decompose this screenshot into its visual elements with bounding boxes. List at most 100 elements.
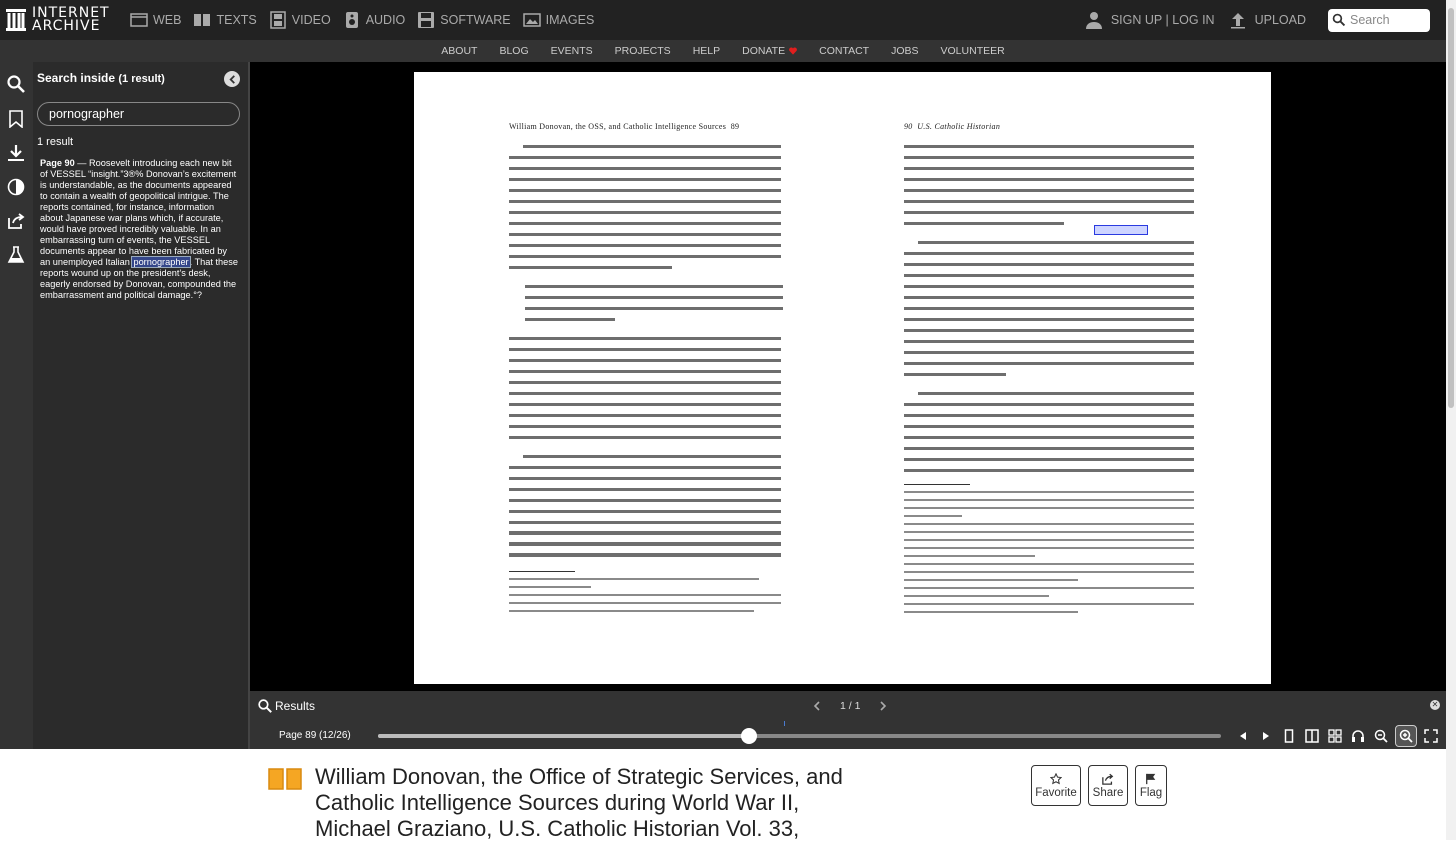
- search-inside-panel: Search inside (1 result) pornographer 1 …: [33, 62, 248, 749]
- flag-icon: [1146, 773, 1156, 784]
- headphones-icon: [1352, 730, 1364, 742]
- download-icon[interactable]: [7, 144, 25, 162]
- nav-video[interactable]: VIDEO: [269, 11, 331, 29]
- user-icon[interactable]: [1085, 11, 1103, 29]
- fullscreen-button[interactable]: [1422, 727, 1440, 745]
- search-result-item[interactable]: Page 90 — Roosevelt introducing each new…: [40, 158, 238, 301]
- right-body-text: [904, 145, 1194, 614]
- bookmark-icon[interactable]: [7, 110, 25, 128]
- chevron-left-icon: [228, 74, 235, 84]
- left-running-head: William Donovan, the OSS, and Catholic I…: [509, 122, 781, 131]
- logo-line-2: ARCHIVE: [32, 18, 101, 34]
- search-icon: [1332, 13, 1346, 27]
- bookreader-side-toolbar: [0, 62, 33, 749]
- nav-texts-label: TEXTS: [216, 13, 257, 27]
- nav-software[interactable]: SOFTWARE: [417, 11, 511, 29]
- share-icon[interactable]: [7, 212, 25, 230]
- grid-icon: [1328, 729, 1342, 743]
- right-page: 90 U.S. Catholic Historian: [904, 122, 1194, 619]
- favorite-button[interactable]: Favorite: [1031, 765, 1081, 806]
- contrast-icon[interactable]: [7, 178, 25, 196]
- subnav-donate-label: DONATE: [742, 45, 786, 57]
- star-icon: [1050, 772, 1062, 784]
- share-button[interactable]: Share: [1088, 765, 1128, 806]
- thumbnail-view-button[interactable]: [1326, 727, 1344, 745]
- subnav-projects[interactable]: PROJECTS: [615, 45, 671, 57]
- top-navigation: INTERNET ARCHIVE WEB TEXTS VIDEO AUDIO SO…: [0, 0, 1446, 40]
- share-label: Share: [1092, 786, 1124, 799]
- nav-images[interactable]: IMAGES: [522, 11, 594, 29]
- item-title: William Donovan, the Office of Strategic…: [315, 764, 843, 841]
- upload-icon[interactable]: [1229, 11, 1247, 29]
- navbar-controls: [1234, 725, 1440, 747]
- nav-web-label: WEB: [153, 13, 182, 27]
- right-running-head-text: U.S. Catholic Historian: [917, 122, 1001, 131]
- share-icon: [1102, 773, 1114, 785]
- collapse-panel-button[interactable]: [224, 71, 240, 87]
- subnav-contact[interactable]: CONTACT: [819, 45, 869, 57]
- nav-texts[interactable]: TEXTS: [193, 11, 257, 29]
- two-page-icon: [1305, 729, 1319, 743]
- results-pager: 1 / 1: [812, 700, 888, 712]
- two-page-spread: William Donovan, the OSS, and Catholic I…: [414, 72, 1271, 684]
- flag-label: Flag: [1139, 786, 1163, 799]
- search-inside-input[interactable]: pornographer: [37, 102, 240, 126]
- zoom-in-button[interactable]: [1395, 725, 1417, 747]
- search-icon: [258, 699, 272, 713]
- favorite-label: Favorite: [1035, 786, 1077, 799]
- nav-software-label: SOFTWARE: [440, 13, 511, 27]
- close-results-button[interactable]: ✕: [1430, 700, 1440, 710]
- one-page-view-button[interactable]: [1280, 727, 1298, 745]
- subnav-events[interactable]: EVENTS: [551, 45, 593, 57]
- search-result-marker[interactable]: [784, 721, 785, 726]
- results-pager-count: 1 / 1: [840, 700, 861, 712]
- subnav-volunteer[interactable]: VOLUNTEER: [941, 45, 1005, 57]
- flag-button[interactable]: Flag: [1135, 765, 1167, 806]
- page-slider-fill: [378, 734, 749, 738]
- page-slider[interactable]: [378, 721, 1221, 744]
- scrollbar-thumb[interactable]: [1448, 8, 1454, 408]
- triangle-left-icon: [1240, 732, 1246, 740]
- image-icon: [522, 13, 541, 27]
- page-slider-handle[interactable]: [740, 728, 757, 744]
- speaker-icon: [345, 12, 358, 28]
- previous-page-button[interactable]: [1234, 727, 1252, 745]
- page-scrollbar[interactable]: [1446, 0, 1456, 840]
- book-viewer[interactable]: William Donovan, the OSS, and Catholic I…: [250, 62, 1446, 691]
- search-inside-title: Search inside (1 result): [37, 71, 165, 85]
- chevron-right-icon[interactable]: [878, 701, 888, 711]
- subnav-about[interactable]: ABOUT: [441, 45, 477, 57]
- result-page-label: Page 90: [40, 158, 75, 168]
- result-match-highlight: pornographer: [131, 256, 191, 268]
- search-inside-heading: Search inside: [37, 71, 116, 85]
- search-inside-result-count: (1 result): [118, 73, 165, 85]
- book-icon: [194, 14, 211, 26]
- archive-building-icon: [6, 9, 26, 31]
- bookreader-navbar: Page 89 (12/26): [250, 721, 1446, 749]
- upload-link[interactable]: UPLOAD: [1255, 13, 1306, 27]
- results-label[interactable]: Results: [275, 699, 315, 713]
- subnav-jobs[interactable]: JOBS: [891, 45, 918, 57]
- signup-login-link[interactable]: SIGN UP | LOG IN: [1111, 13, 1215, 27]
- next-page-button[interactable]: [1257, 727, 1275, 745]
- nav-web[interactable]: WEB: [130, 11, 181, 29]
- fullscreen-icon: [1424, 729, 1438, 743]
- item-details: William Donovan, the Office of Strategic…: [0, 749, 1446, 841]
- subnav-donate[interactable]: DONATE: [742, 45, 798, 57]
- subnav-blog[interactable]: BLOG: [499, 45, 528, 57]
- flask-icon[interactable]: [7, 246, 25, 264]
- zoom-out-button[interactable]: [1372, 727, 1390, 745]
- nav-audio[interactable]: AUDIO: [343, 11, 405, 29]
- chevron-left-icon[interactable]: [812, 701, 822, 711]
- two-page-view-button[interactable]: [1303, 727, 1321, 745]
- film-icon: [270, 11, 286, 29]
- search-icon[interactable]: [7, 75, 25, 93]
- subnav-help[interactable]: HELP: [693, 45, 720, 57]
- single-page-icon: [1284, 729, 1294, 743]
- top-search-input[interactable]: Search: [1350, 13, 1390, 27]
- left-body-text: [509, 145, 783, 613]
- internet-archive-logo[interactable]: INTERNET ARCHIVE: [6, 6, 118, 34]
- search-match-highlight[interactable]: [1094, 225, 1148, 235]
- top-search-box[interactable]: Search: [1328, 8, 1430, 32]
- read-aloud-button[interactable]: [1349, 727, 1367, 745]
